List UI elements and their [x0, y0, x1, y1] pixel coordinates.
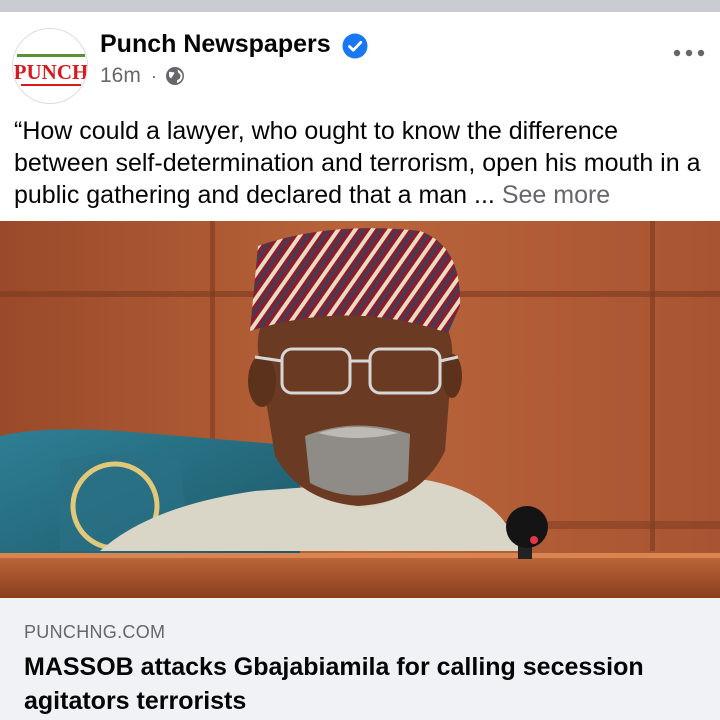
globe-icon[interactable] [165, 66, 185, 86]
feed-divider [0, 0, 720, 12]
meta-separator: · [150, 65, 157, 86]
post-meta: 16m · [100, 63, 185, 89]
page-name[interactable]: Punch Newspapers [100, 30, 331, 59]
more-options-icon[interactable] [672, 46, 706, 60]
see-more-link[interactable]: See more [502, 181, 610, 209]
link-domain: PUNCHNG.COM [24, 622, 166, 642]
link-headline[interactable]: MASSOB attacks Gbajabiamila for calling … [24, 650, 704, 718]
post-message: “How could a lawyer, who ought to know t… [14, 115, 714, 211]
link-preview[interactable]: PUNCHNG.COM MASSOB attacks Gbajabiamila … [0, 598, 720, 720]
page-avatar[interactable]: PUNCH [12, 28, 88, 104]
post-header: PUNCH Punch Newspapers 16m · [0, 12, 720, 112]
punch-logo: PUNCH [14, 54, 88, 86]
post-photo[interactable] [0, 221, 720, 598]
verified-badge-icon [342, 33, 368, 59]
punch-logo-text: PUNCH [14, 60, 88, 84]
post-timestamp[interactable]: 16m [100, 64, 141, 88]
